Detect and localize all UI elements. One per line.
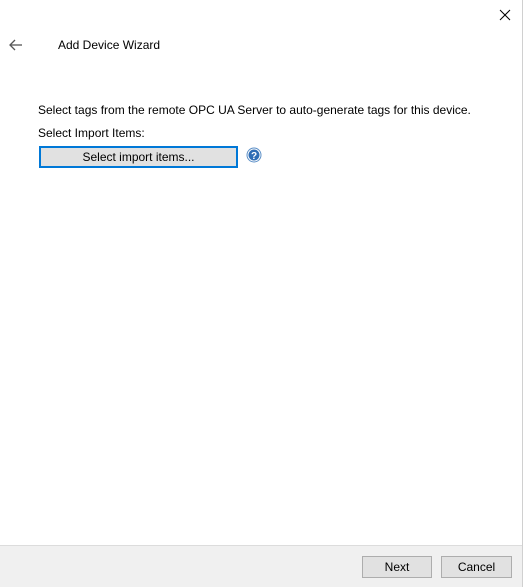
wizard-title: Add Device Wizard bbox=[58, 38, 161, 52]
wizard-window: Add Device Wizard Select tags from the r… bbox=[0, 0, 523, 587]
import-items-label: Select Import Items: bbox=[38, 126, 145, 140]
svg-text:?: ? bbox=[251, 151, 257, 162]
close-icon bbox=[499, 9, 511, 21]
cancel-button[interactable]: Cancel bbox=[441, 556, 512, 578]
close-button[interactable] bbox=[494, 4, 516, 26]
description-text: Select tags from the remote OPC UA Serve… bbox=[38, 103, 471, 117]
footer-bar: Next Cancel bbox=[0, 545, 522, 587]
next-button[interactable]: Next bbox=[362, 556, 432, 578]
select-import-items-button[interactable]: Select import items... bbox=[39, 146, 238, 168]
back-arrow-icon bbox=[9, 39, 22, 51]
back-button[interactable] bbox=[6, 35, 26, 55]
help-icon[interactable]: ? bbox=[246, 147, 262, 163]
